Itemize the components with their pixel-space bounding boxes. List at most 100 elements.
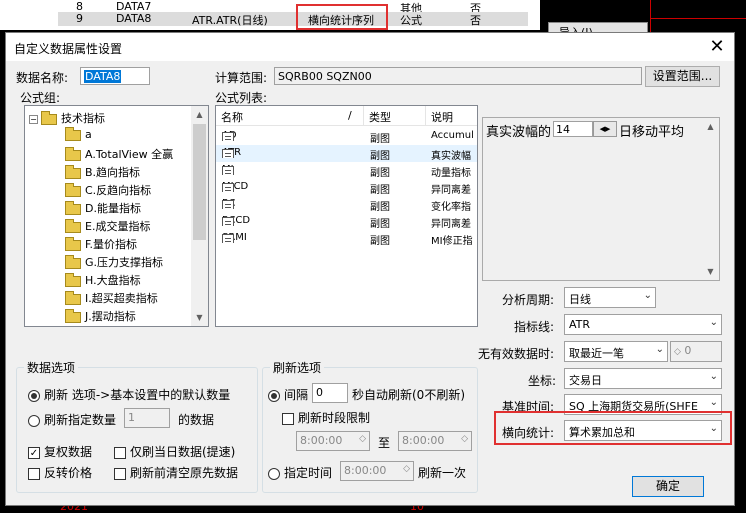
list-item-name: RCCD: [222, 215, 250, 226]
period-value: 日线: [569, 293, 591, 306]
row-number: 9: [76, 12, 83, 25]
background-table: 8 DATA7 其他 否 9 DATA8 ATR.ATR(日线) 横向统计序列 …: [0, 0, 540, 30]
interval-radio[interactable]: 间隔: [268, 386, 308, 403]
tree-item[interactable]: J.摆动指标: [65, 308, 136, 326]
parameter-panel: 真实波幅的 14 ◀▶ 日移动平均 ▲ ▼: [482, 117, 720, 281]
list-item-name: MI: [222, 164, 234, 175]
formula-icon: [222, 149, 234, 158]
list-item-desc: 真实波幅: [431, 151, 471, 162]
tree-item[interactable]: − 技术指标: [29, 110, 105, 128]
list-item-type: 副图: [370, 168, 390, 179]
invalid-data-label: 无有效数据时:: [478, 347, 555, 361]
formula-group-tree[interactable]: − 技术指标 a A.TotalView 全赢 B.趋向指标 C.反趋向指标 D.能量指标 E…: [24, 105, 209, 327]
tree-item[interactable]: C.反趋向指标: [65, 182, 151, 200]
refresh-default-radio[interactable]: 刷新 选项->基本设置中的默认数量: [28, 386, 230, 403]
today-only-checkbox[interactable]: 仅刷当日数据(提速): [114, 443, 235, 460]
chart-line: [650, 0, 651, 32]
ok-button[interactable]: 确定: [632, 476, 704, 497]
radio-icon: [28, 414, 40, 427]
specified-suffix-label: 的数据: [178, 413, 215, 427]
tree-item[interactable]: G.压力支撑指标: [65, 254, 163, 272]
formula-icon: [222, 234, 234, 243]
folder-icon: [65, 126, 81, 141]
checkbox-icon: [282, 412, 294, 425]
list-item[interactable]: SRMI 副图 MI修正指: [216, 230, 477, 247]
refresh-options-title: 刷新选项: [270, 359, 325, 376]
refresh-specified-label: 刷新指定数量: [44, 413, 117, 427]
list-item-name: AD: [222, 130, 237, 141]
at-time-radio[interactable]: 指定时间: [268, 464, 332, 481]
tree-item[interactable]: D.能量指标: [65, 200, 141, 218]
data-name-input[interactable]: DATA8: [80, 67, 150, 85]
param-value-input[interactable]: 14: [553, 121, 593, 137]
indicator-select[interactable]: ATR ⌄: [564, 314, 722, 335]
tree-item[interactable]: E.成交量指标: [65, 218, 150, 236]
column-header-type[interactable]: 类型: [364, 106, 426, 126]
time-to-input[interactable]: 8:00:00 ◇: [398, 431, 472, 451]
invalid-number-input[interactable]: ◇ 0: [670, 341, 722, 362]
clear-before-checkbox[interactable]: 刷新前清空原先数据: [114, 464, 238, 481]
indicator-value: ATR: [569, 318, 591, 331]
column-header-name[interactable]: 名称 /: [216, 106, 364, 126]
horizontal-stat-select[interactable]: 算术累加总和 ⌄: [564, 420, 722, 441]
chevron-down-icon: ⌄: [709, 397, 718, 408]
close-icon[interactable]: ✕: [706, 36, 728, 58]
list-item[interactable]: ATR 副图 真实波幅: [216, 145, 477, 162]
chevron-down-icon: ⌄: [655, 344, 664, 355]
calc-range-label: 计算范围:: [215, 71, 268, 85]
invalid-data-select[interactable]: 取最近一笔 ⌄: [564, 341, 668, 362]
tree-scrollbar[interactable]: ▲ ▼: [191, 106, 208, 326]
refresh-specified-radio[interactable]: 刷新指定数量: [28, 411, 116, 428]
list-item[interactable]: MI 副图 动量指标: [216, 162, 477, 179]
custom-data-dialog: 自定义数据属性设置 ✕ 数据名称: DATA8 计算范围: SQRB00 SQZ…: [5, 32, 735, 506]
checkbox-icon: [114, 467, 126, 480]
param-prefix-label: 真实波幅的: [486, 125, 552, 140]
coord-select[interactable]: 交易日 ⌄: [564, 368, 722, 389]
scroll-down-icon[interactable]: ▼: [702, 263, 719, 280]
time-from-input[interactable]: 8:00:00 ◇: [296, 431, 370, 451]
collapse-icon[interactable]: −: [29, 114, 38, 124]
list-item[interactable]: RC 副图 变化率指: [216, 196, 477, 213]
table-row[interactable]: 9 DATA8 ATR.ATR(日线) 横向统计序列 公式 否: [58, 12, 528, 27]
radio-checked-icon: [28, 389, 40, 402]
indicator-label: 指标线:: [514, 320, 555, 334]
scroll-down-icon[interactable]: ▼: [191, 309, 208, 326]
tree-item-label: A.TotalView 全赢: [85, 148, 174, 161]
reverse-price-checkbox[interactable]: 反转价格: [28, 464, 92, 481]
param-suffix-label: 日移动平均: [619, 125, 685, 140]
time-to-value: 8:00:00: [402, 434, 445, 447]
horizontal-stat-label: 横向统计:: [502, 426, 555, 440]
at-time-input[interactable]: 8:00:00 ◇: [340, 461, 414, 481]
row-formula: ATR.ATR(日线): [192, 14, 268, 27]
list-item-type: 副图: [370, 134, 390, 145]
spinner-icon: ◇: [674, 347, 681, 357]
scroll-thumb[interactable]: [193, 124, 206, 240]
list-item[interactable]: MICD 副图 异同离差: [216, 179, 477, 196]
header-name-label: 名称: [221, 111, 243, 124]
interval-input[interactable]: 0: [312, 383, 348, 403]
tree-item[interactable]: B.趋向指标: [65, 164, 140, 182]
at-time-suffix-label: 刷新一次: [418, 466, 467, 480]
checkbox-icon: [28, 467, 40, 480]
formula-list[interactable]: 名称 / 类型 说明 AD副图AccumulATR副图真实波幅MI副图动量指标M…: [215, 105, 478, 327]
period-select[interactable]: 日线 ⌄: [564, 287, 656, 308]
param-spinner-icon[interactable]: ◀▶: [593, 121, 617, 137]
list-item[interactable]: RCCD 副图 异同离差: [216, 213, 477, 230]
list-item[interactable]: AD 副图 Accumul: [216, 128, 477, 145]
restore-rights-checkbox[interactable]: ✓ 复权数据: [28, 443, 92, 460]
scroll-up-icon[interactable]: ▲: [702, 118, 719, 135]
set-range-button[interactable]: 设置范围...: [645, 66, 720, 87]
dialog-titlebar[interactable]: 自定义数据属性设置 ✕: [6, 33, 734, 61]
tree-item[interactable]: I.超买超卖指标: [65, 290, 158, 308]
tree-item[interactable]: F.量价指标: [65, 236, 137, 254]
period-limit-checkbox[interactable]: 刷新时段限制: [282, 409, 370, 426]
param-scrollbar[interactable]: ▲ ▼: [702, 118, 719, 280]
scroll-up-icon[interactable]: ▲: [191, 106, 208, 123]
tree-item[interactable]: a: [65, 126, 92, 146]
tree-item[interactable]: H.大盘指标: [65, 272, 141, 290]
dialog-title: 自定义数据属性设置: [14, 42, 123, 56]
specified-count-input[interactable]: 1: [124, 408, 170, 428]
tree-item-label: J.摆动指标: [85, 310, 136, 323]
column-header-desc[interactable]: 说明: [426, 106, 477, 126]
tree-item[interactable]: A.TotalView 全赢: [65, 146, 173, 164]
